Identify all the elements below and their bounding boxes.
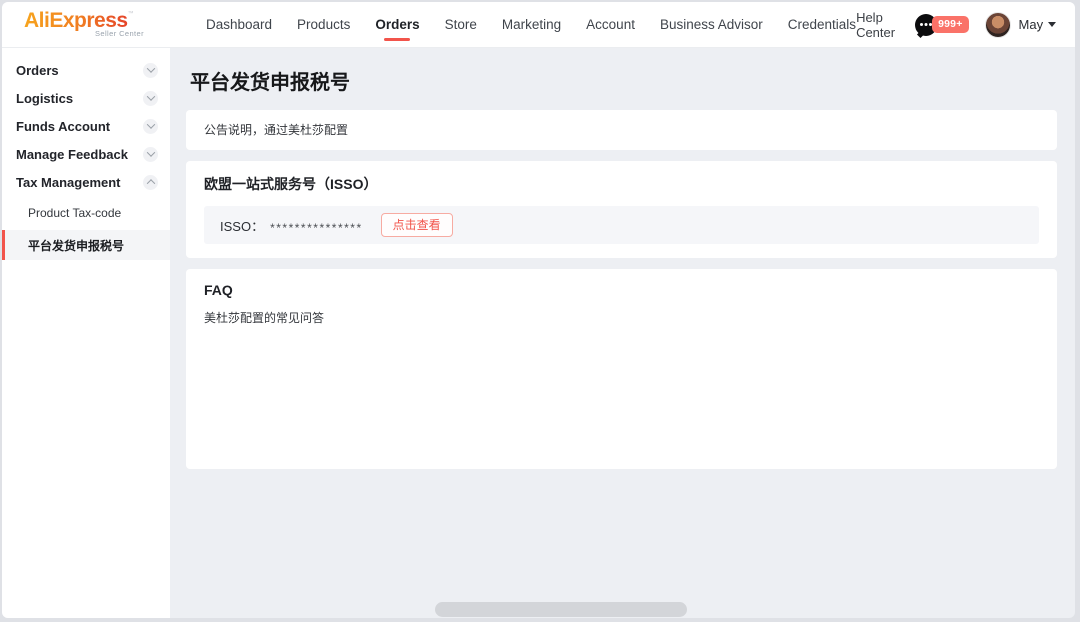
horizontal-scrollbar[interactable] xyxy=(435,602,687,617)
nav-credentials[interactable]: Credentials xyxy=(788,2,856,48)
main-navigation: Dashboard Products Orders Store Marketin… xyxy=(206,2,856,48)
nav-products[interactable]: Products xyxy=(297,2,350,48)
isso-label: ISSO： xyxy=(220,216,264,235)
user-menu[interactable]: May xyxy=(985,12,1057,38)
faq-heading: FAQ xyxy=(204,282,1039,298)
nav-store[interactable]: Store xyxy=(445,2,477,48)
sidebar-item-label: Orders xyxy=(16,63,59,78)
avatar[interactable] xyxy=(985,12,1011,38)
sidebar-item-label: Tax Management xyxy=(16,175,121,190)
nav-marketing[interactable]: Marketing xyxy=(502,2,561,48)
isso-card: 欧盟一站式服务号（ISSO） ISSO： *************** 点击查… xyxy=(186,161,1057,258)
trademark-mark: ™ xyxy=(128,11,134,17)
user-name: May xyxy=(1019,17,1044,32)
sidebar-subitem-product-tax-code[interactable]: Product Tax-code xyxy=(2,198,170,228)
chevron-down-icon xyxy=(143,119,158,134)
sidebar-item-logistics[interactable]: Logistics xyxy=(2,84,170,112)
main-content: 平台发货申报税号 公告说明，通过美杜莎配置 欧盟一站式服务号（ISSO） ISS… xyxy=(170,48,1075,618)
sidebar-item-label: Manage Feedback xyxy=(16,147,128,162)
isso-value-row: ISSO： *************** 点击查看 xyxy=(204,206,1039,244)
top-bar: AliExpress™ Seller Center Dashboard Prod… xyxy=(2,2,1075,48)
aliexpress-logo[interactable]: AliExpress™ Seller Center xyxy=(24,11,150,38)
logo-wordmark: AliExpress xyxy=(24,11,128,31)
app-window: AliExpress™ Seller Center Dashboard Prod… xyxy=(2,2,1075,618)
chevron-down-icon xyxy=(143,147,158,162)
page-title: 平台发货申报税号 xyxy=(190,66,1057,95)
topbar-right: Help Center 999+ May xyxy=(856,10,1056,40)
notifications[interactable]: 999+ xyxy=(915,14,968,36)
faq-card: FAQ 美杜莎配置的常见问答 xyxy=(186,269,1057,469)
notice-card: 公告说明，通过美杜莎配置 xyxy=(186,110,1057,150)
sidebar-item-label: Funds Account xyxy=(16,119,110,134)
view-isso-button[interactable]: 点击查看 xyxy=(381,213,453,237)
notification-badge: 999+ xyxy=(932,16,968,33)
nav-business-advisor[interactable]: Business Advisor xyxy=(660,2,763,48)
sidebar-subitem-platform-tax-id[interactable]: 平台发货申报税号 xyxy=(2,230,170,260)
notice-text: 公告说明，通过美杜莎配置 xyxy=(204,123,348,137)
sidebar-item-label: Logistics xyxy=(16,91,73,106)
nav-orders[interactable]: Orders xyxy=(375,2,419,48)
faq-text: 美杜莎配置的常见问答 xyxy=(204,309,1039,326)
nav-dashboard[interactable]: Dashboard xyxy=(206,2,272,48)
nav-account[interactable]: Account xyxy=(586,2,635,48)
chevron-down-icon xyxy=(143,91,158,106)
sidebar-item-tax-management[interactable]: Tax Management xyxy=(2,168,170,196)
isso-masked-value: *************** xyxy=(270,216,363,235)
chevron-down-icon xyxy=(143,63,158,78)
isso-heading: 欧盟一站式服务号（ISSO） xyxy=(204,174,1039,194)
chevron-up-icon xyxy=(143,175,158,190)
sidebar-item-manage-feedback[interactable]: Manage Feedback xyxy=(2,140,170,168)
sidebar-item-funds-account[interactable]: Funds Account xyxy=(2,112,170,140)
sidebar: Orders Logistics Funds Account Manage Fe… xyxy=(2,48,170,618)
sidebar-item-orders[interactable]: Orders xyxy=(2,56,170,84)
chevron-down-icon xyxy=(1048,22,1056,27)
help-center-link[interactable]: Help Center xyxy=(856,10,895,40)
